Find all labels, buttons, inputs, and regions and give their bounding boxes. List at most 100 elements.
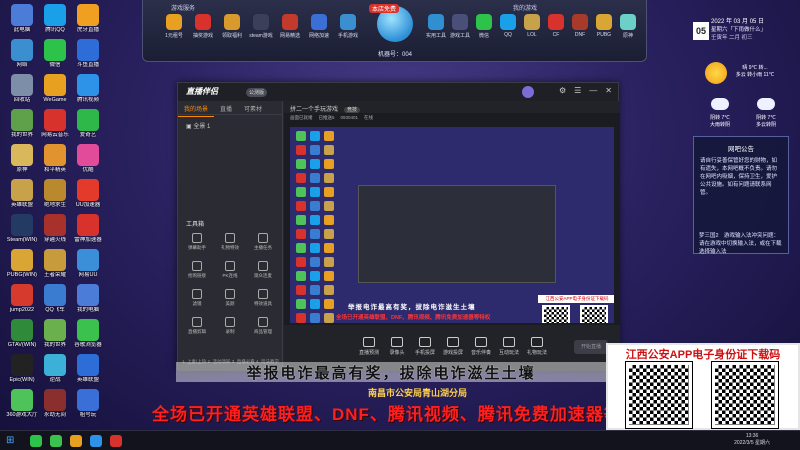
start-icon[interactable]: ⊞ (6, 435, 14, 446)
desktop-icon-label: 虎牙直播 (76, 27, 99, 33)
qr-code (625, 361, 693, 429)
topbar-item[interactable]: steam游戏 (248, 14, 274, 39)
tool-label: 礼物特效 (221, 245, 239, 250)
control-button[interactable]: 游戏投屏 (438, 337, 468, 356)
toolbox-item[interactable]: 录制 (215, 317, 245, 335)
control-button[interactable]: 手机投屏 (410, 337, 440, 356)
desktop-icon[interactable]: 英雄联盟 (68, 354, 108, 384)
control-button[interactable]: 录像头 (382, 337, 412, 356)
notice-body-2: 梦三国2 游戏输入法冲突问题：请在游戏中切换输入法，或在下载选择输入法 (699, 233, 782, 255)
desktop-icon[interactable]: 腾讯视频 (68, 74, 108, 104)
preview-nested-window (358, 185, 556, 283)
topbar-item[interactable]: 1元租号 (161, 14, 187, 39)
topbar-item[interactable]: 抽奖游戏 (190, 14, 216, 39)
topbar-item-icon (166, 14, 182, 30)
topbar-item[interactable]: 游戏工具 (447, 14, 473, 39)
topbar-item[interactable]: CF (543, 14, 569, 38)
toolbox-item[interactable]: 观众连麦 (248, 261, 278, 279)
toolbox-item[interactable]: 弹幕助手 (182, 233, 212, 251)
scene-item[interactable]: ▣ 全景 1 (178, 115, 282, 136)
user-avatar[interactable] (522, 86, 534, 98)
topbar-item[interactable]: DNF (567, 14, 593, 38)
app-icon (11, 354, 33, 376)
stream-preview[interactable]: 举报电诈最高有奖，拔除电诈滋生土壤 全场已开通英雄联盟、DNF、腾讯视频、腾讯免… (290, 127, 614, 323)
desktop-icon[interactable]: UU加速器 (68, 179, 108, 209)
preview-icon (296, 145, 306, 155)
topbar-item[interactable]: 微信 (471, 14, 497, 39)
toolbox-item[interactable]: 特效道具 (248, 289, 278, 307)
app-title: 直播伴侣 (186, 87, 218, 96)
desktop-icon[interactable]: 我的电脑 (68, 284, 108, 314)
preview-caption: 举报电诈最高有奖，拔除电诈滋生土壤 (348, 304, 476, 311)
wechat-icon[interactable] (30, 435, 42, 447)
settings-icon[interactable]: ⚙ (559, 86, 566, 95)
desktop-icon[interactable]: 爱奇艺 (68, 109, 108, 139)
toolbox-item[interactable]: 商品管理 (248, 317, 278, 335)
tool-icon (225, 289, 235, 299)
preview-icon (296, 173, 306, 183)
toolbox-item[interactable]: 抢购链接 (182, 261, 212, 279)
control-button[interactable]: 互动玩法 (494, 337, 524, 356)
topbar-item[interactable]: 网络加速 (306, 14, 332, 39)
toolbox-item[interactable]: 主播任务 (248, 233, 278, 251)
launcher-topbar: 游戏服务 我的游戏 1元租号 抽奖游戏 领取福利 steam游戏 网易精选 网络加速 手机游… (142, 0, 647, 62)
topbar-item[interactable]: 手机游戏 (335, 14, 361, 39)
stream-title[interactable]: 拼二一个手玩游戏 (290, 107, 338, 113)
control-button[interactable]: 礼物玩法 (522, 337, 552, 356)
desktop-icon[interactable]: 斗鱼直播 (68, 39, 108, 69)
browser-icon[interactable] (50, 435, 62, 447)
app-icon[interactable] (90, 435, 102, 447)
tab-live[interactable]: 直播 (214, 101, 238, 116)
toolbox-item[interactable]: 直播剪辑 (182, 317, 212, 335)
preview-icon (324, 299, 334, 309)
topbar-item-icon (311, 14, 327, 30)
preview-icon (324, 215, 334, 225)
qr-code (711, 361, 779, 429)
close-icon[interactable]: ✕ (605, 86, 612, 95)
status-row: 画面已就绪 已推送5 0930401 在线 (284, 113, 620, 123)
free-tag: 本店免费 (369, 4, 400, 13)
clock-day: 05 (693, 22, 709, 40)
topbar-item[interactable]: QQ (495, 14, 521, 38)
control-button[interactable]: 音乐伴奏 (466, 337, 496, 356)
topbar-item[interactable]: 领取福利 (219, 14, 245, 39)
desktop-icon[interactable]: 租号玩 (68, 389, 108, 419)
control-button[interactable]: 直播预测 (354, 337, 384, 356)
minimize-icon[interactable]: — (589, 86, 597, 95)
topbar-item[interactable]: 原神 (615, 14, 641, 39)
status-item: 已推送5 (318, 115, 335, 120)
desktop-icon[interactable]: 网易UU (68, 249, 108, 279)
start-live-button[interactable]: 开始直播 (574, 340, 608, 354)
toolbox-item[interactable]: 礼物特效 (215, 233, 245, 251)
preview-icon (324, 159, 334, 169)
tab-material[interactable]: 可素材 (238, 101, 268, 116)
toolbox-item[interactable]: PK连线 (215, 261, 245, 279)
desktop-icon[interactable]: 谷歌浏览器 (68, 319, 108, 349)
category-badge[interactable]: 竞技 (344, 107, 361, 113)
topbar-item[interactable]: PUBG (591, 14, 617, 38)
control-label: 直播预测 (358, 350, 379, 356)
system-clock[interactable]: 13:36 2022/3/5 星期六 (734, 433, 770, 447)
tab-my-scenes[interactable]: 我的场景 (178, 101, 215, 117)
preview-icon (324, 313, 334, 323)
app-icon (77, 389, 99, 411)
desktop-icon[interactable]: 优酷 (68, 144, 108, 174)
app-icon (11, 74, 33, 96)
folder-icon[interactable] (70, 435, 82, 447)
desktop-icon-label: 租号玩 (79, 412, 97, 418)
preview-qr-code (580, 305, 608, 323)
preview-icon (296, 285, 306, 295)
desktop-icon[interactable]: 虎牙直播 (68, 4, 108, 34)
toolbox-item[interactable]: 滤镜 (182, 289, 212, 307)
desktop-icon[interactable]: 雷神加速器 (68, 214, 108, 244)
toolbox-item[interactable]: 美颜 (215, 289, 245, 307)
topbar-item[interactable]: LOL (519, 14, 545, 38)
topbar-item[interactable]: 网易精选 (277, 14, 303, 39)
status-item: 0930401 (340, 115, 359, 120)
control-icon (391, 337, 403, 347)
preview-icon (324, 201, 334, 211)
live-app-icon[interactable] (110, 435, 122, 447)
scene-item-label: 全景 1 (193, 124, 211, 130)
topbar-item[interactable]: 实用工具 (423, 14, 449, 39)
menu-icon[interactable]: ☰ (574, 86, 581, 95)
